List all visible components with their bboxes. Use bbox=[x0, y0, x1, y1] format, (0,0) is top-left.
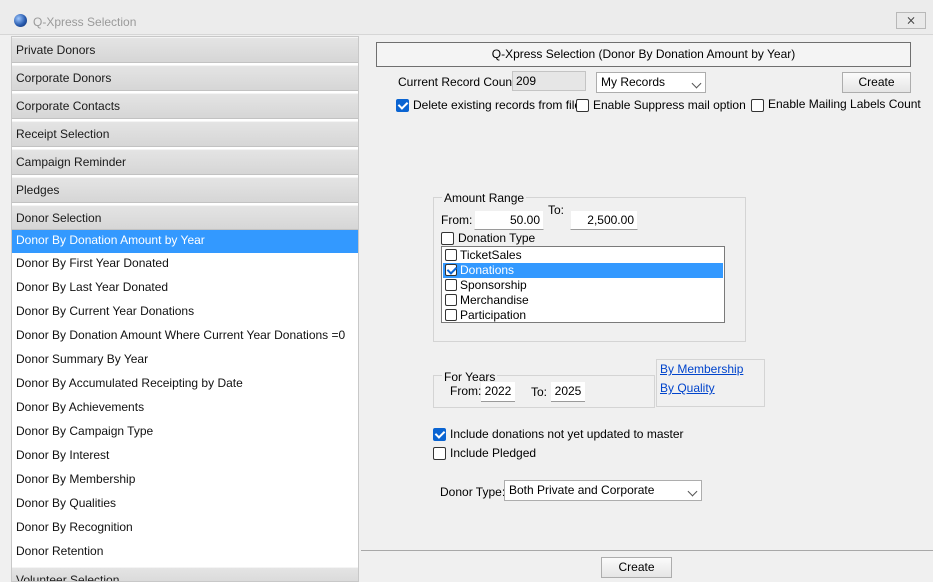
record-count-label: Current Record Count: bbox=[398, 75, 519, 89]
sidebar-item-first-year-donated[interactable]: Donor By First Year Donated bbox=[12, 253, 358, 276]
sidebar-item-retention[interactable]: Donor Retention bbox=[12, 541, 358, 564]
enable-suppress-label: Enable Suppress mail option bbox=[593, 98, 746, 112]
by-quality-link[interactable]: By Quality bbox=[660, 381, 715, 395]
delete-existing-label: Delete existing records from file bbox=[413, 98, 582, 112]
enable-mailing-checkbox[interactable] bbox=[751, 99, 764, 112]
include-not-updated-label: Include donations not yet updated to mas… bbox=[450, 427, 684, 441]
merchandise-checkbox[interactable] bbox=[445, 294, 457, 306]
create-top-button[interactable]: Create bbox=[842, 72, 911, 93]
footer-divider bbox=[361, 550, 933, 551]
sidebar-item-accumulated-receipting[interactable]: Donor By Accumulated Receipting by Date bbox=[12, 373, 358, 396]
records-select-value: My Records bbox=[601, 75, 666, 89]
close-icon: ⨯ bbox=[905, 13, 917, 27]
sidebar-header-corporate-contacts[interactable]: Corporate Contacts bbox=[12, 93, 358, 119]
chevron-down-icon bbox=[691, 78, 702, 89]
app-globe-icon bbox=[14, 14, 27, 27]
record-count-field: 209 bbox=[512, 71, 586, 91]
sidebar-item-qualities[interactable]: Donor By Qualities bbox=[12, 493, 358, 516]
list-item-label: Sponsorship bbox=[460, 278, 527, 292]
amount-from-label: From: bbox=[441, 213, 473, 227]
sidebar-item-campaign-type[interactable]: Donor By Campaign Type bbox=[12, 421, 358, 444]
donation-type-checkbox[interactable] bbox=[441, 232, 454, 245]
sidebar-item-recognition[interactable]: Donor By Recognition bbox=[12, 517, 358, 540]
sidebar-header-volunteer-selection[interactable]: Volunteer Selection bbox=[12, 567, 358, 581]
list-item-label: Merchandise bbox=[460, 293, 529, 307]
years-to-label: To: bbox=[531, 385, 548, 399]
sidebar-item-amount-current-year-zero[interactable]: Donor By Donation Amount Where Current Y… bbox=[12, 325, 358, 348]
years-from-input[interactable]: 2022 bbox=[481, 382, 515, 402]
list-item-label: TicketSales bbox=[460, 248, 522, 262]
close-button[interactable]: ⨯ bbox=[896, 12, 926, 29]
sidebar-item-achievements[interactable]: Donor By Achievements bbox=[12, 397, 358, 420]
by-membership-link[interactable]: By Membership bbox=[660, 362, 743, 376]
participation-checkbox[interactable] bbox=[445, 309, 457, 321]
sidebar-header-corporate-donors[interactable]: Corporate Donors bbox=[12, 65, 358, 91]
sidebar-item-last-year-donated[interactable]: Donor By Last Year Donated bbox=[12, 277, 358, 300]
donor-type-value: Both Private and Corporate bbox=[509, 483, 655, 497]
list-item-label: Donations bbox=[460, 263, 515, 277]
amount-to-input[interactable]: 2,500.00 bbox=[570, 210, 638, 230]
sidebar-header-pledges[interactable]: Pledges bbox=[12, 177, 358, 203]
enable-suppress-checkbox[interactable] bbox=[576, 99, 589, 112]
years-to-input[interactable]: 2025 bbox=[551, 382, 585, 402]
years-from-label: From: bbox=[450, 384, 482, 398]
sidebar-header-donor-selection[interactable]: Donor Selection bbox=[12, 205, 358, 230]
create-bottom-button[interactable]: Create bbox=[601, 557, 672, 578]
include-pledged-label: Include Pledged bbox=[450, 446, 537, 460]
donor-type-label: Donor Type: bbox=[440, 485, 506, 499]
list-item[interactable]: TicketSales bbox=[443, 248, 723, 263]
include-pledged-checkbox[interactable] bbox=[433, 447, 446, 460]
amount-range-title: Amount Range bbox=[442, 191, 527, 205]
sidebar-item-membership[interactable]: Donor By Membership bbox=[12, 469, 358, 492]
donation-type-label: Donation Type bbox=[458, 231, 536, 245]
sidebar-item-donation-amount-by-year[interactable]: Donor By Donation Amount by Year bbox=[12, 230, 358, 253]
sidebar-item-current-year-donations[interactable]: Donor By Current Year Donations bbox=[12, 301, 358, 324]
sidebar-header-receipt-selection[interactable]: Receipt Selection bbox=[12, 121, 358, 147]
sidebar-header-campaign-reminder[interactable]: Campaign Reminder bbox=[12, 149, 358, 175]
sidebar-panel: Private Donors Corporate Donors Corporat… bbox=[11, 36, 359, 582]
sidebar-header-private-donors[interactable]: Private Donors bbox=[12, 37, 358, 63]
donor-type-select[interactable]: Both Private and Corporate bbox=[504, 480, 702, 501]
window-title: Q-Xpress Selection bbox=[33, 15, 137, 29]
donations-checkbox[interactable] bbox=[445, 264, 457, 276]
title-bar: Q-Xpress Selection ⨯ bbox=[0, 0, 933, 35]
sidebar-item-summary-by-year[interactable]: Donor Summary By Year bbox=[12, 349, 358, 372]
list-item-label: Participation bbox=[460, 308, 527, 322]
ticketsales-checkbox[interactable] bbox=[445, 249, 457, 261]
amount-to-label: To: bbox=[548, 203, 565, 217]
list-item[interactable]: Merchandise bbox=[443, 293, 723, 308]
chevron-down-icon bbox=[687, 486, 698, 497]
sidebar-item-interest[interactable]: Donor By Interest bbox=[12, 445, 358, 468]
include-not-updated-checkbox[interactable] bbox=[433, 428, 446, 441]
donation-type-list[interactable]: TicketSales Donations Sponsorship Mercha… bbox=[441, 246, 725, 323]
list-item[interactable]: Participation bbox=[443, 308, 723, 323]
amount-from-input[interactable]: 50.00 bbox=[474, 210, 544, 230]
enable-mailing-label: Enable Mailing Labels Count bbox=[768, 97, 921, 111]
main-panel: Q-Xpress Selection (Donor By Donation Am… bbox=[361, 36, 933, 582]
list-item[interactable]: Donations bbox=[443, 263, 723, 278]
records-select[interactable]: My Records bbox=[596, 72, 706, 93]
page-title: Q-Xpress Selection (Donor By Donation Am… bbox=[376, 42, 911, 67]
sponsorship-checkbox[interactable] bbox=[445, 279, 457, 291]
list-item[interactable]: Sponsorship bbox=[443, 278, 723, 293]
delete-existing-checkbox[interactable] bbox=[396, 99, 409, 112]
